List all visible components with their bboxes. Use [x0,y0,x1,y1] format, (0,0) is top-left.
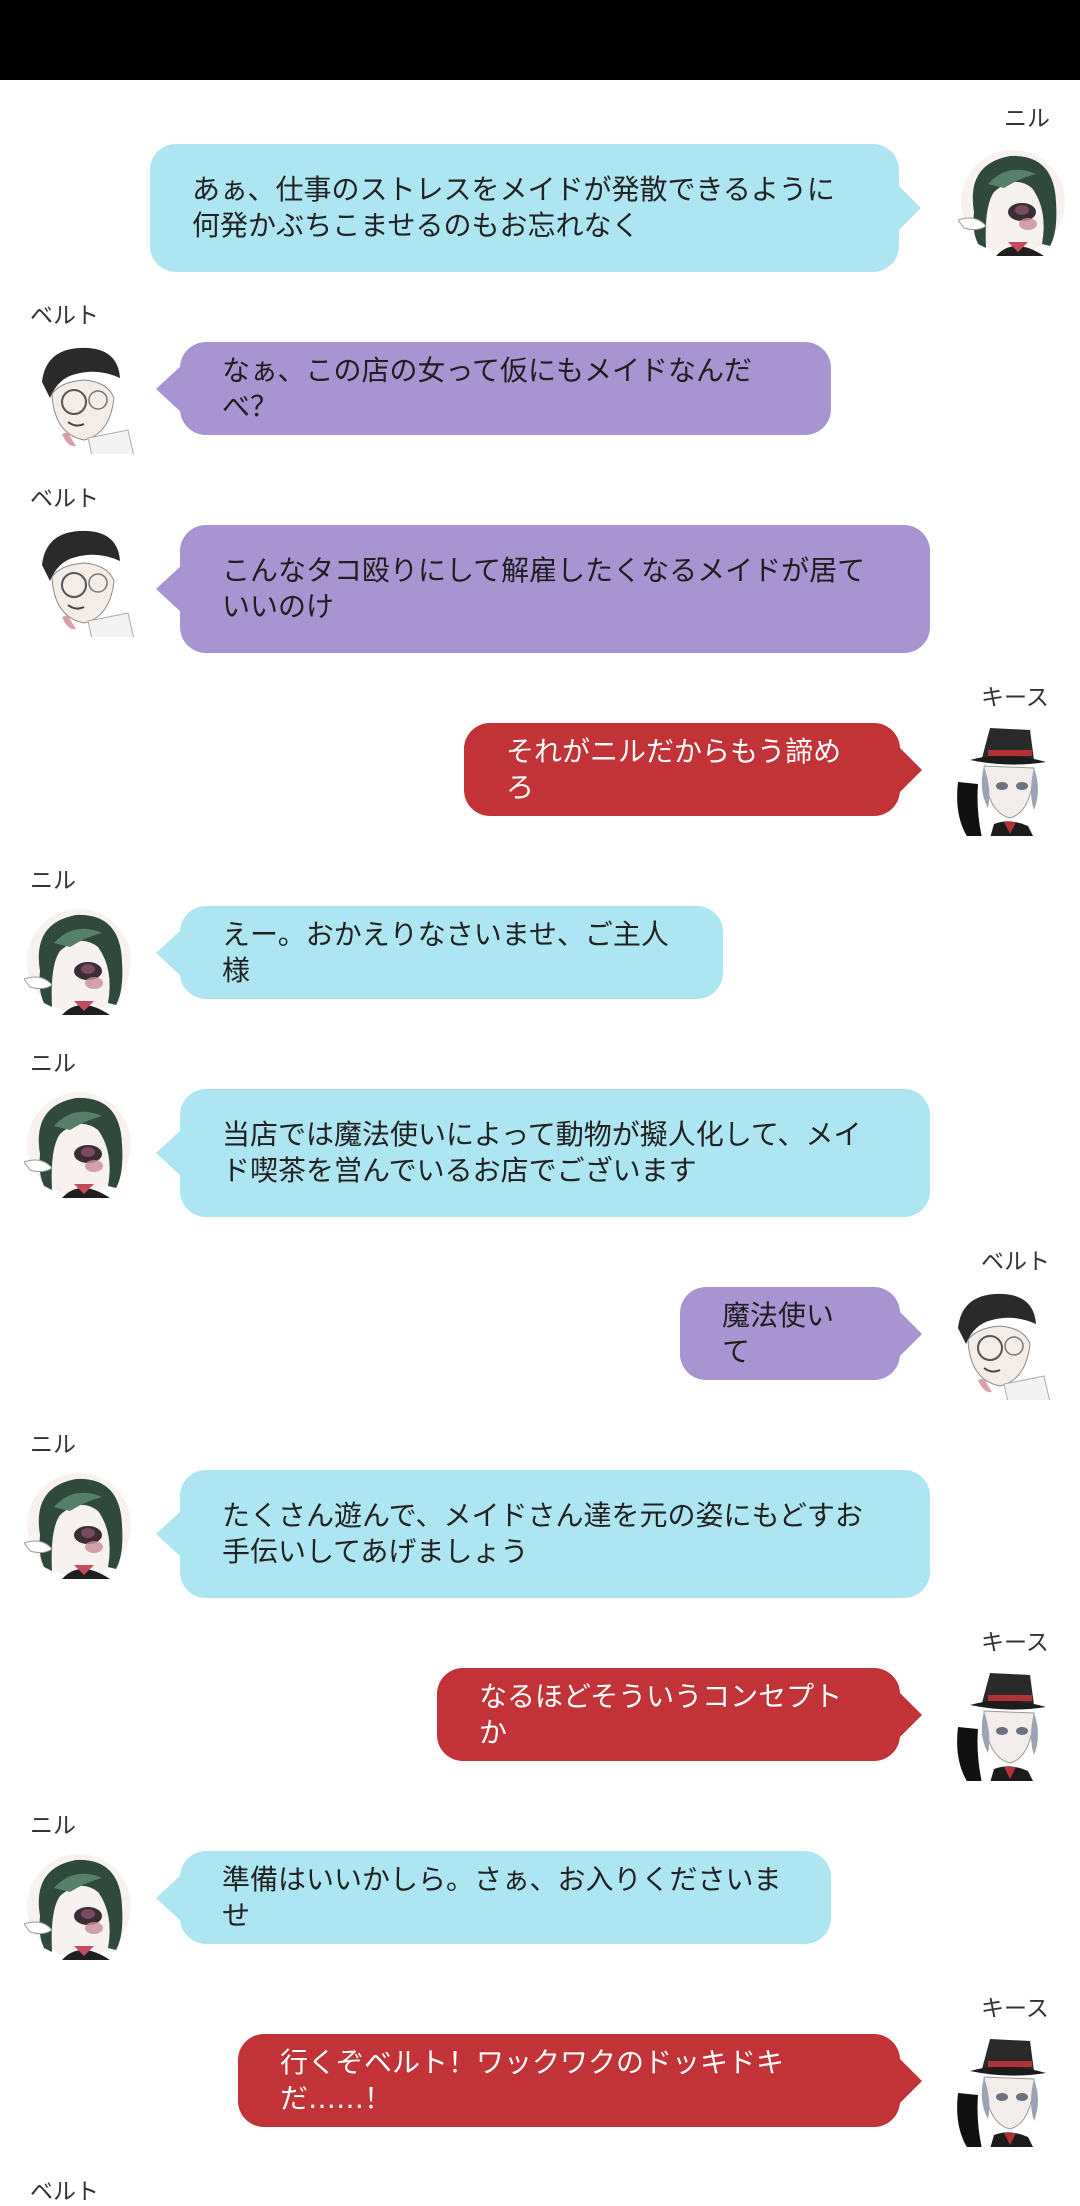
speaker-name: ニル [30,1813,76,1839]
speaker-name: ベルト [981,1249,1050,1275]
avatar-keith[interactable] [948,2031,1058,2147]
speaker-name: キース [981,1630,1049,1656]
speaker-name: ニル [30,1432,76,1458]
avatar-nil[interactable] [24,903,134,1019]
message-text: それがニルだからもう諦めろ [506,734,842,804]
avatar-nil[interactable] [24,1467,134,1583]
avatar-belt[interactable] [28,521,138,637]
speaker-name: ベルト [30,2179,99,2205]
message-bubble[interactable]: たくさん遊んで、メイドさん達を元の姿にもどすお手伝いしてあげましょう [156,1470,930,1598]
message-text: あぁ、仕事のストレスをメイドが発散できるように何発かぶちこませるのもお忘れなく [192,173,835,242]
status-bar [0,0,1080,80]
speaker-name: キース [981,1996,1049,2022]
message-bubble[interactable]: えー。おかえりなさいませ、ご主人様 [156,906,723,999]
message-bubble[interactable]: それがニルだからもう諦めろ [464,723,922,816]
message-text: 行くぞベルト！ワックワクのドッキドキだ……！ [280,2045,785,2115]
speaker-name: ニル [1004,106,1050,132]
message-text: なぁ、この店の女って仮にもメイドなんだべ？ [222,353,753,423]
avatar-nil[interactable] [24,1086,134,1202]
message-bubble[interactable]: 当店では魔法使いによって動物が擬人化して、メイド喫茶を営んでいるお店でございます [156,1089,930,1217]
avatar-belt[interactable] [944,1284,1054,1400]
message-bubble[interactable]: 行くぞベルト！ワックワクのドッキドキだ……！ [238,2034,922,2127]
message-text: 当店では魔法使いによって動物が擬人化して、メイド喫茶を営んでいるお店でございます [222,1118,862,1187]
avatar-keith[interactable] [948,1665,1058,1781]
avatar-nil[interactable] [24,1848,134,1964]
message-text: 準備はいいかしら。さぁ、お入りくださいませ [222,1862,782,1932]
speaker-name: キース [981,685,1049,711]
speaker-name: ニル [30,868,76,894]
message-text: たくさん遊んで、メイドさん達を元の姿にもどすお手伝いしてあげましょう [222,1499,863,1568]
avatar-nil[interactable] [958,144,1068,260]
speaker-name: ベルト [30,486,99,512]
message-text: えー。おかえりなさいませ、ご主人様 [222,917,669,987]
message-bubble[interactable]: こんなタコ殴りにして解雇したくなるメイドが居ていいのけ [156,525,930,653]
speaker-name: ベルト [30,303,99,329]
speaker-name: ニル [30,1051,76,1077]
message-bubble[interactable]: 準備はいいかしら。さぁ、お入りくださいませ [156,1851,831,1944]
avatar-belt[interactable] [28,338,138,454]
message-bubble[interactable]: あぁ、仕事のストレスをメイドが発散できるように何発かぶちこませるのもお忘れなく [150,144,921,272]
message-bubble[interactable]: 魔法使いて [680,1287,922,1380]
message-text: なるほどそういうコンセプトか [479,1679,843,1749]
avatar-keith[interactable] [948,720,1058,836]
message-text: こんなタコ殴りにして解雇したくなるメイドが居ていいのけ [222,554,866,623]
message-text: 魔法使いて [722,1298,835,1368]
message-bubble[interactable]: なるほどそういうコンセプトか [437,1668,922,1761]
message-bubble[interactable]: なぁ、この店の女って仮にもメイドなんだべ？ [156,342,831,435]
